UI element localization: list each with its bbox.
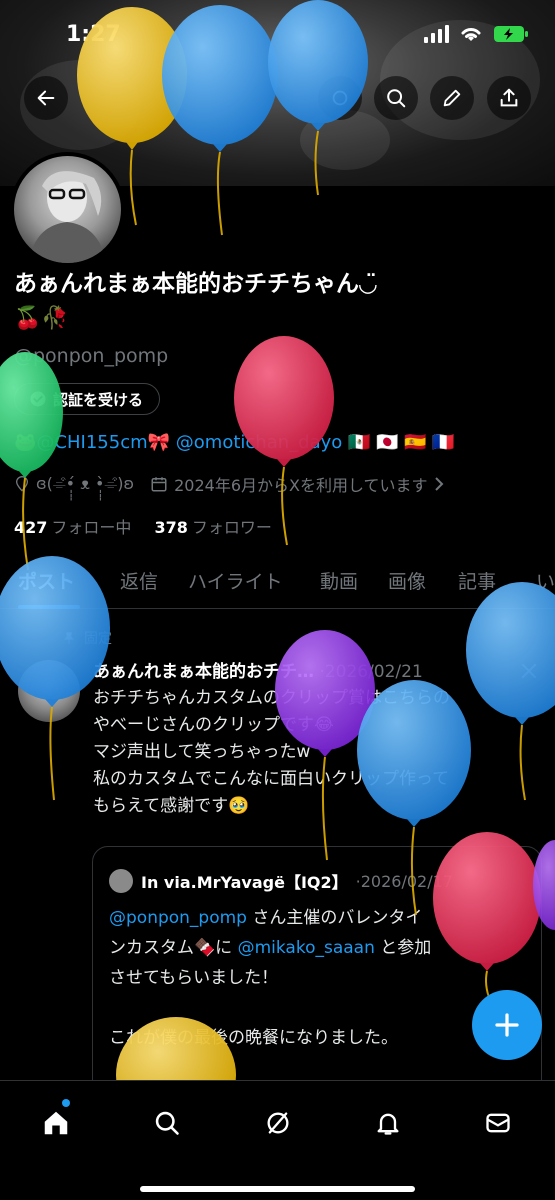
profile-handle: @ponpon_pomp [14, 345, 169, 367]
following-count: 427 [14, 518, 48, 537]
get-verified-label: 認証を受ける [53, 390, 144, 409]
quote-header: In via.MrYavagë【IQ2】 ·2026/02/17 [109, 869, 453, 893]
grok-button[interactable] [318, 76, 362, 120]
battery-charging-icon [494, 26, 528, 42]
quote-line: ンカスタム🍫に [109, 938, 238, 958]
profile-location: ɞ(⌯͒•̩̩̩́ ᴥ •̩̩̩̀⌯͒)ʚ [36, 474, 135, 493]
tab-articles[interactable]: 記事 [458, 567, 496, 594]
quote-mention-ponpon[interactable]: @ponpon_pomp [109, 908, 247, 928]
post-text: おチチちゃんカスタムのクリップ賞はこちらの やべーじさんのクリップです😂 マジ声… [93, 685, 543, 820]
grok-icon [332, 90, 348, 106]
pencil-icon [443, 89, 461, 107]
search-icon [155, 1111, 179, 1135]
signal-icon [424, 25, 449, 43]
tab-highlights[interactable]: ハイライト [188, 567, 283, 594]
follow-stats: 427 フォロー中 378 フォロワー [14, 514, 272, 538]
tab-likes[interactable]: い [536, 567, 555, 594]
active-tab-indicator [18, 605, 80, 609]
bio-frog: 🐸 [14, 432, 37, 453]
nav-grok[interactable] [258, 1103, 298, 1143]
verified-badge-icon [30, 391, 46, 407]
display-name: あぁんれまぁ本能的おチチちゃん◡̈ [14, 271, 377, 297]
following-link[interactable]: 427 フォロー中 [14, 518, 131, 537]
post-avatar[interactable] [18, 660, 80, 722]
pinned-indicator: 固定 [62, 628, 112, 648]
get-verified-button[interactable]: 認証を受ける [14, 383, 161, 415]
quote-mention-mikako[interactable]: @mikako_saaan [238, 938, 375, 958]
quote-line: これが僕の最後の晩餐になりました。 [109, 1028, 398, 1048]
post-line: おチチちゃんカスタムのクリップ賞はこちらの [93, 688, 450, 708]
compose-button[interactable] [472, 990, 542, 1060]
plus-icon [495, 1013, 519, 1037]
search-button[interactable] [374, 76, 418, 120]
bell-icon [377, 1113, 399, 1135]
tab-videos[interactable]: 動画 [320, 567, 358, 594]
post-line: やべーじさんのクリップです😂 [93, 715, 334, 735]
nav-search[interactable] [147, 1103, 187, 1143]
avatar-portrait-icon [29, 171, 106, 263]
chevron-right-icon[interactable] [433, 476, 445, 492]
post-line: 私のカスタムでこんなに面白いクリップ作って [93, 769, 450, 789]
tab-replies[interactable]: 返信 [120, 567, 158, 594]
wifi-icon [461, 28, 481, 41]
bottom-navigation [0, 1080, 555, 1200]
quote-line: さん主催のバレンタイ [246, 908, 423, 928]
quote-line: と参加 [374, 938, 432, 958]
bio-flags: 🇲🇽 🇯🇵 🇪🇸 🇫🇷 [348, 432, 455, 453]
quoted-post[interactable]: In via.MrYavagë【IQ2】 ·2026/02/17 @ponpon… [92, 846, 542, 1106]
followers-link[interactable]: 378 フォロワー [155, 518, 272, 537]
home-notification-dot [62, 1099, 70, 1107]
profile-avatar[interactable] [10, 152, 125, 267]
grok-icon [267, 1112, 289, 1134]
tab-posts[interactable]: ポスト [18, 567, 75, 594]
followers-label: フォロワー [191, 518, 272, 537]
location-icon [15, 476, 29, 492]
nav-notifications[interactable] [368, 1103, 408, 1143]
pinned-label: 固定 [84, 631, 112, 647]
back-button[interactable] [24, 76, 68, 120]
profile-tabs: ポスト 返信 ハイライト 動画 画像 記事 い [0, 555, 555, 609]
bio-ribbon: 🎀 [147, 432, 171, 453]
post-header: あぁんれまぁ本能的おチチ… ·2026/02/21 [93, 657, 423, 682]
pin-icon [63, 632, 75, 644]
profile-bio: 🐸@CHI155cm🎀 @omotichan_dayo 🇲🇽 🇯🇵 🇪🇸 🇫🇷 [14, 432, 455, 453]
quote-line: させてもらいました！ [109, 968, 279, 988]
quote-avatar [109, 869, 133, 893]
bio-link-omotichan[interactable]: @omotichan_dayo [176, 432, 342, 453]
quote-text: @ponpon_pomp さん主催のバレンタイ ンカスタム🍫に @mikako_… [109, 903, 529, 1053]
edit-button[interactable] [430, 76, 474, 120]
post-line: もらえて感謝です🥹 [93, 796, 250, 816]
post-author-name[interactable]: あぁんれまぁ本能的おチチ… [93, 662, 314, 682]
nav-home[interactable] [36, 1103, 76, 1143]
x-logo-icon [521, 663, 537, 679]
status-bar: 1:27 [0, 0, 555, 70]
profile-joined: 2024年6月からXを利用しています [174, 476, 428, 495]
nav-messages[interactable] [478, 1103, 518, 1143]
profile-meta: ɞ(⌯͒•̩̩̩́ ᴥ •̩̩̩̀⌯͒)ʚ 2024年6月からXを利用しています [14, 472, 445, 496]
quote-author-name: In via.MrYavagë【IQ2】 [141, 873, 348, 892]
home-icon [44, 1111, 68, 1135]
back-arrow-icon [37, 90, 55, 106]
post-line: マジ声出して笑っちゃったw [93, 742, 311, 762]
post-date: ·2026/02/21 [319, 662, 423, 682]
home-indicator [140, 1186, 415, 1192]
share-icon [500, 88, 518, 107]
mail-icon [486, 1113, 510, 1133]
search-icon [387, 89, 406, 108]
followers-count: 378 [154, 518, 188, 537]
share-button[interactable] [487, 76, 531, 120]
following-label: フォロー中 [51, 518, 132, 537]
calendar-icon [151, 477, 167, 492]
display-name-emojis: 🍒🥀 [14, 306, 69, 331]
tab-images[interactable]: 画像 [388, 567, 426, 594]
quote-date: ·2026/02/17 [355, 871, 453, 891]
bio-link-chi155cm[interactable]: @CHI155cm [36, 432, 147, 453]
status-time: 1:27 [66, 22, 121, 47]
